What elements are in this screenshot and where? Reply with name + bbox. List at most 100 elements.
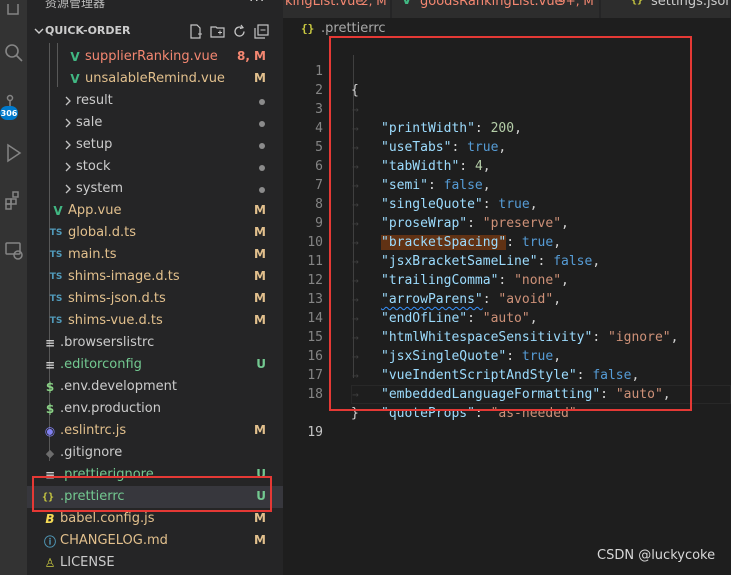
tree-item-label: system [76, 181, 123, 196]
annotation-box-code [329, 36, 692, 411]
vue-file-icon: V [402, 0, 412, 7]
tree-item-label: .env.development [60, 379, 177, 394]
tree-item-label: .env.production [60, 401, 161, 416]
typescript-file-icon: TS [49, 294, 63, 304]
tree-folder-setup[interactable]: setup [27, 134, 283, 156]
typescript-file-icon: TS [49, 272, 63, 282]
refresh-icon[interactable] [232, 24, 247, 39]
tree-item-label: setup [76, 137, 113, 152]
tree-item-eslintrc[interactable]: ◉ .eslintrc.js M [27, 420, 283, 442]
new-file-icon[interactable] [188, 24, 203, 39]
tree-item-main-ts[interactable]: TS main.ts M [27, 244, 283, 266]
babel-icon: B [45, 512, 55, 526]
git-icon: ◆ [45, 446, 55, 460]
git-status-badge: M [254, 247, 266, 261]
git-status-badge: M [254, 423, 266, 437]
tree-item-label: stock [76, 159, 111, 174]
tab-goodsrankinglist[interactable]: V goodsRankingList.vue 9+, M [392, 0, 600, 18]
tree-item-browserslistrc[interactable]: ≡ .browserslistrc [27, 332, 283, 354]
vue-file-icon: V [70, 72, 80, 86]
tab-settings-json[interactable]: {} settings.json [601, 0, 731, 18]
dollar-icon: $ [45, 380, 55, 394]
tree-item-label: supplierRanking.vue [85, 49, 218, 64]
git-status-badge: U [256, 357, 266, 371]
activity-bar: 306 [0, 0, 27, 575]
extensions-icon[interactable] [0, 190, 27, 212]
license-icon: ♙ [44, 556, 56, 570]
tree-item-label: result [76, 93, 113, 108]
tree-folder-system[interactable]: system [27, 178, 283, 200]
tree-item-env-production[interactable]: $ .env.production [27, 398, 283, 420]
breadcrumb-file[interactable]: .prettierrc [321, 21, 386, 36]
tree-item-shims-json[interactable]: TS shims-json.d.ts M [27, 288, 283, 310]
tab-status: 9+, M [558, 0, 594, 8]
modified-dot-icon [259, 165, 265, 171]
git-status-badge: M [254, 533, 266, 547]
tree-item-app-vue[interactable]: V App.vue M [27, 200, 283, 222]
workspace-title: QUICK-ORDER [45, 24, 131, 37]
run-debug-icon[interactable] [0, 142, 27, 164]
tree-item-label: babel.config.js [60, 511, 155, 526]
tree-item-label: .gitignore [60, 445, 123, 460]
editor-tabs: kingList.vue 2, M V goodsRankingList.vue… [283, 0, 731, 18]
typescript-file-icon: TS [49, 316, 63, 326]
tree-folder-result[interactable]: result [27, 90, 283, 112]
git-status-badge: M [254, 269, 266, 283]
tree-item-label: .editorconfig [60, 357, 142, 372]
remote-explorer-icon[interactable] [0, 240, 27, 262]
tree-item-shims-vue[interactable]: TS shims-vue.d.ts M [27, 310, 283, 332]
tab-label: kingList.vue [285, 0, 364, 9]
tab-status: 2, M [361, 0, 387, 8]
chevron-down-icon [34, 28, 44, 34]
annotation-box-file [32, 476, 272, 512]
modified-dot-icon [259, 121, 265, 127]
modified-dot-icon [259, 99, 265, 105]
tree-item-label: global.d.ts [68, 225, 137, 240]
tree-item-gitignore[interactable]: ◆ .gitignore [27, 442, 283, 464]
git-status-badge: M [254, 511, 266, 525]
tree-item-label: main.ts [68, 247, 117, 262]
tree-item-label: shims-json.d.ts [68, 291, 166, 306]
workspace-section-header[interactable]: QUICK-ORDER [27, 21, 283, 43]
explorer-icon[interactable] [0, 0, 27, 22]
text-file-icon: ≡ [44, 358, 56, 372]
tree-item-label: sale [76, 115, 103, 130]
tree-item-label: shims-vue.d.ts [68, 313, 163, 328]
tree-item-editorconfig[interactable]: ≡ .editorconfig U [27, 354, 283, 376]
new-folder-icon[interactable] [210, 24, 225, 39]
tree-item-supplierranking[interactable]: V supplierRanking.vue 8, M [27, 46, 283, 68]
git-status-badge: M [254, 71, 266, 85]
watermark: CSDN @luckycoke [597, 548, 716, 563]
tree-item-shims-image[interactable]: TS shims-image.d.ts M [27, 266, 283, 288]
tab-label: settings.json [651, 0, 731, 9]
tree-item-license[interactable]: ♙ LICENSE [27, 552, 283, 574]
tree-item-label: .browserslistrc [60, 335, 155, 350]
vue-file-icon: V [53, 204, 63, 218]
tree-folder-sale[interactable]: sale [27, 112, 283, 134]
git-status-badge: M [254, 313, 266, 327]
git-status-badge: M [254, 225, 266, 239]
collapse-all-icon[interactable] [254, 24, 269, 39]
dollar-icon: $ [45, 402, 55, 416]
search-icon[interactable] [0, 42, 27, 64]
tab-rankinglist[interactable]: kingList.vue 2, M [283, 0, 391, 18]
modified-dot-icon [259, 143, 265, 149]
git-status-badge: M [254, 203, 266, 217]
source-control-badge: 306 [0, 106, 18, 120]
chevron-right-icon [65, 96, 71, 106]
git-status-badge: M [254, 291, 266, 305]
tree-item-label: CHANGELOG.md [60, 533, 168, 548]
vue-file-icon: V [70, 50, 80, 64]
tree-item-unsalableremind[interactable]: V unsalableRemind.vue M [27, 68, 283, 90]
chevron-right-icon [65, 140, 71, 150]
chevron-right-icon [65, 184, 71, 194]
more-actions-icon[interactable]: ··· [249, 0, 265, 9]
tree-item-changelog[interactable]: ⓘ CHANGELOG.md M [27, 530, 283, 552]
tree-folder-stock[interactable]: stock [27, 156, 283, 178]
typescript-file-icon: TS [49, 228, 63, 238]
line-number: 19 [307, 425, 323, 440]
tree-item-global-d-ts[interactable]: TS global.d.ts M [27, 222, 283, 244]
tree-item-label: shims-image.d.ts [68, 269, 180, 284]
eslint-icon: ◉ [44, 424, 56, 438]
tree-item-env-development[interactable]: $ .env.development [27, 376, 283, 398]
